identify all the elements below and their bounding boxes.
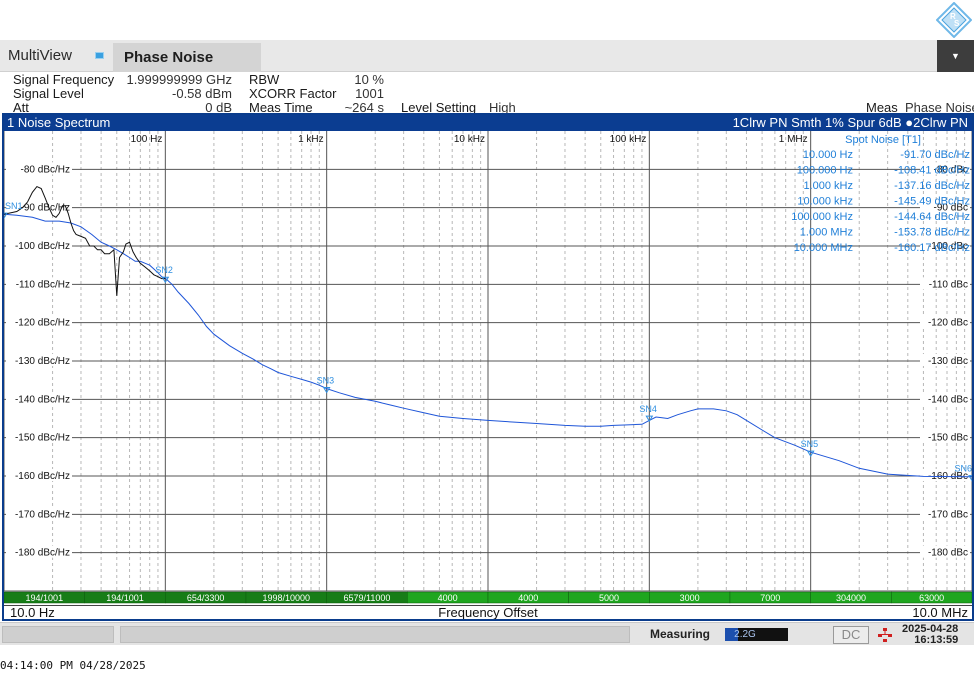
frequency-offset-label: Frequency Offset — [438, 605, 538, 619]
spot-noise-value: -145.49 dBc/Hz — [894, 196, 970, 208]
tab-bar: MultiView Phase Noise ▼ — [0, 40, 974, 72]
tab-multiview[interactable]: MultiView — [0, 40, 80, 72]
average-count-label: 1998/10000 — [263, 593, 311, 603]
spot-noise-value: -160.17 dBc/Hz — [894, 242, 970, 254]
spot-noise-table: Spot Noise [T1] 10.000 Hz -91.70 dBc/Hz 100… — [791, 134, 970, 254]
signal-level-value: -0.58 dBm — [172, 86, 232, 101]
noise-spectrum-panel[interactable]: 194/1001 194/1001 654/3300 1998/10000 6579/1… — [2, 113, 974, 621]
spot-noise-offset: 100.000 Hz — [797, 165, 853, 177]
external-reference-icon — [876, 627, 894, 643]
y-tick-label-right: -170 dBc — [928, 509, 968, 520]
spot-noise-offset: 1.000 kHz — [803, 180, 853, 192]
average-count-bar: 194/1001 194/1001 654/3300 1998/10000 6579/1… — [4, 591, 972, 604]
spot-noise-offset: 10.000 Hz — [803, 149, 853, 161]
spot-noise-offset: 10.000 MHz — [794, 242, 853, 254]
settings-header: Signal Frequency 1.999999999 GHz Signal … — [0, 72, 974, 115]
spot-marker-label: SN4 — [639, 404, 657, 414]
y-tick-label-right: -140 dBc — [928, 394, 968, 405]
spot-marker-label: SN6 — [954, 464, 972, 474]
spot-noise-title: Spot Noise [T1] — [845, 134, 921, 146]
spot-marker-label: SN1 — [5, 201, 23, 211]
signal-level-label: Signal Level — [13, 86, 84, 101]
panel-title: 1 Noise Spectrum — [7, 115, 111, 130]
noise-spectrum-chart[interactable]: 194/1001 194/1001 654/3300 1998/10000 6579/1… — [4, 115, 972, 619]
average-count-label: 4000 — [438, 593, 458, 603]
measurement-progress-bar: 2.2G — [725, 628, 788, 641]
y-tick-label-left: -140 dBc/Hz — [15, 394, 70, 405]
status-field-1 — [2, 626, 114, 643]
chevron-down-icon: ▼ — [951, 51, 960, 61]
signal-frequency-label: Signal Frequency — [13, 72, 115, 87]
spot-marker-label: SN2 — [155, 265, 173, 275]
trace-info: 1Clrw PN Smth 1% Spur 6dB ●2Clrw PN — [732, 115, 968, 130]
spot-noise-value: -144.64 dBc/Hz — [894, 211, 970, 223]
spot-noise-value: -91.70 dBc/Hz — [900, 149, 970, 161]
y-tick-label-right: -110 dBc — [929, 279, 968, 290]
x-tick-label: 10 kHz — [454, 134, 485, 145]
average-count-label: 6579/11000 — [344, 593, 391, 603]
y-tick-label-left: -90 dBc/Hz — [21, 203, 70, 214]
stop-frequency-label: 10.0 MHz — [912, 605, 968, 619]
average-count-label: 5000 — [599, 593, 619, 603]
start-frequency-label: 10.0 Hz — [10, 605, 55, 619]
spot-noise-offset: 10.000 kHz — [797, 196, 853, 208]
average-count-label: 3000 — [680, 593, 700, 603]
rbw-value: 10 % — [354, 72, 384, 87]
average-count-label: 4000 — [518, 593, 538, 603]
tab-phase-noise[interactable]: Phase Noise — [113, 43, 261, 72]
status-field-2 — [120, 626, 630, 643]
spot-noise-value: -137.16 dBc/Hz — [894, 180, 970, 192]
average-count-label: 304000 — [836, 593, 866, 603]
y-tick-label-right: -150 dBc — [928, 433, 968, 444]
spot-marker-label: SN3 — [317, 375, 335, 385]
x-tick-label: 1 kHz — [298, 134, 324, 145]
spot-marker-label: SN5 — [801, 439, 819, 449]
status-bar: Measuring 2.2G DC 2025-04-28 16:13:59 — [0, 622, 974, 646]
average-count-label: 63000 — [919, 593, 944, 603]
y-tick-label-right: -120 dBc — [928, 318, 968, 329]
signal-frequency-value: 1.999999999 GHz — [126, 72, 232, 87]
rohde-schwarz-logo-icon: R S — [935, 1, 973, 39]
average-count-label: 7000 — [760, 593, 780, 603]
spot-noise-offset: 1.000 MHz — [800, 227, 853, 239]
spot-noise-value: -153.78 dBc/Hz — [894, 227, 970, 239]
y-tick-label-left: -160 dBc/Hz — [15, 471, 70, 482]
x-axis-footer: 10.0 Hz Frequency Offset 10.0 MHz — [4, 605, 972, 619]
y-tick-label-left: -100 dBc/Hz — [15, 241, 70, 252]
measuring-label: Measuring — [650, 627, 711, 641]
panel-header: 1 Noise Spectrum 1Clrw PN Smth 1% Spur 6… — [4, 115, 972, 131]
y-tick-label-left: -120 dBc/Hz — [15, 318, 70, 329]
y-tick-label-left: -150 dBc/Hz — [15, 433, 70, 444]
dc-coupling-button[interactable]: DC — [833, 626, 869, 644]
y-tick-label-right: -180 dBc — [928, 548, 968, 559]
y-tick-label-left: -180 dBc/Hz — [15, 548, 70, 559]
x-axis-ticks: 100 Hz 1 kHz 10 kHz 100 kHz 1 MHz — [131, 134, 808, 145]
spot-noise-offset: 100.000 kHz — [791, 211, 853, 223]
average-count-label: 654/3300 — [187, 593, 225, 603]
y-tick-label-right: -130 dBc — [928, 356, 968, 367]
capture-timestamp: 04:14:00 PM 04/28/2025 — [0, 659, 146, 672]
measurement-progress-text: 2.2G — [734, 629, 756, 640]
y-tick-label-left: -80 dBc/Hz — [21, 164, 70, 175]
average-count-label: 194/1001 — [26, 593, 64, 603]
y-tick-label-left: -130 dBc/Hz — [15, 356, 70, 367]
x-tick-label: 1 MHz — [779, 134, 808, 145]
tab-dropdown-button[interactable]: ▼ — [937, 40, 974, 72]
multiview-indicator-icon — [95, 52, 104, 59]
average-count-label: 194/1001 — [106, 593, 144, 603]
x-tick-label: 100 kHz — [610, 134, 647, 145]
svg-text:S: S — [954, 19, 960, 28]
rbw-label: RBW — [249, 72, 280, 87]
status-time: 16:13:59 — [914, 634, 959, 646]
xcorr-label: XCORR Factor — [249, 86, 337, 101]
xcorr-value: 1001 — [355, 86, 384, 101]
y-tick-label-left: -170 dBc/Hz — [15, 509, 70, 520]
x-tick-label: 100 Hz — [131, 134, 163, 145]
spot-noise-value: -108.41 dBc/Hz — [894, 165, 970, 177]
status-datetime: 2025-04-28 16:13:59 — [902, 624, 958, 646]
y-tick-label-left: -110 dBc/Hz — [16, 279, 70, 290]
